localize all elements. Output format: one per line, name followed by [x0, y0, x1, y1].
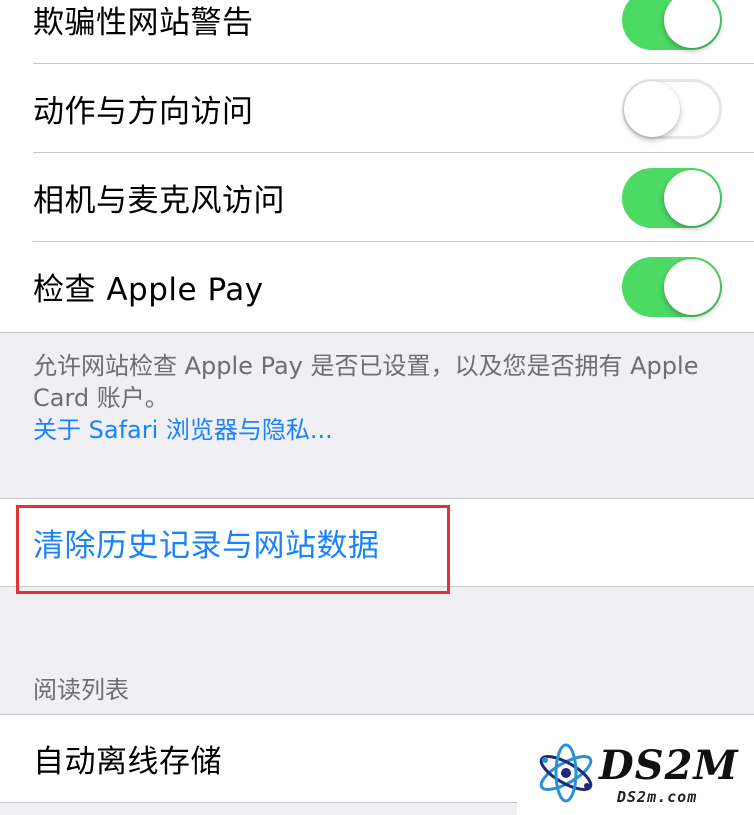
toggle-knob	[624, 80, 680, 137]
highlight-annotation-box	[16, 505, 450, 594]
group-bottom-border	[0, 332, 754, 333]
toggle-knob	[664, 169, 720, 226]
row-label-fraudulent-website-warning: 欺骗性网站警告	[33, 5, 254, 41]
toggle-knob	[664, 0, 720, 48]
atom-logo-icon	[539, 743, 593, 803]
row-check-apple-pay[interactable]: 检查 Apple Pay	[0, 242, 754, 331]
about-safari-privacy-link[interactable]: 关于 Safari 浏览器与隐私...	[33, 416, 333, 444]
camera-microphone-access-toggle[interactable]	[622, 167, 722, 228]
row-camera-microphone-access[interactable]: 相机与麦克风访问	[0, 153, 754, 242]
watermark-brand-text: DS2M	[599, 742, 739, 789]
row-label-save-offline-automatically: 自动离线存储	[33, 744, 222, 780]
watermark-domain-text: DS2m.com	[617, 788, 698, 806]
apple-pay-footer-note: 允许网站检查 Apple Pay 是否已设置，以及您是否拥有 Apple Car…	[33, 350, 723, 446]
check-apple-pay-toggle[interactable]	[622, 256, 722, 317]
row-label-motion-orientation-access: 动作与方向访问	[33, 94, 254, 130]
fraudulent-website-warning-toggle[interactable]	[622, 0, 722, 50]
ds2m-watermark: DS2M DS2m.com	[517, 728, 754, 815]
reading-list-section-header: 阅读列表	[33, 676, 129, 704]
row-motion-orientation-access[interactable]: 动作与方向访问	[0, 64, 754, 153]
toggle-knob	[664, 258, 720, 315]
row-label-check-apple-pay: 检查 Apple Pay	[33, 272, 264, 308]
safari-settings-page: 欺骗性网站警告 动作与方向访问 相机与麦克风访问 检查 Apple Pay 允许…	[0, 0, 754, 815]
apple-pay-footer-text: 允许网站检查 Apple Pay 是否已设置，以及您是否拥有 Apple Car…	[33, 352, 699, 412]
motion-orientation-access-toggle[interactable]	[622, 78, 722, 139]
row-label-camera-microphone-access: 相机与麦克风访问	[33, 183, 285, 219]
row-fraudulent-website-warning[interactable]: 欺骗性网站警告	[0, 0, 754, 64]
privacy-settings-group: 欺骗性网站警告 动作与方向访问 相机与麦克风访问 检查 Apple Pay	[0, 0, 754, 333]
